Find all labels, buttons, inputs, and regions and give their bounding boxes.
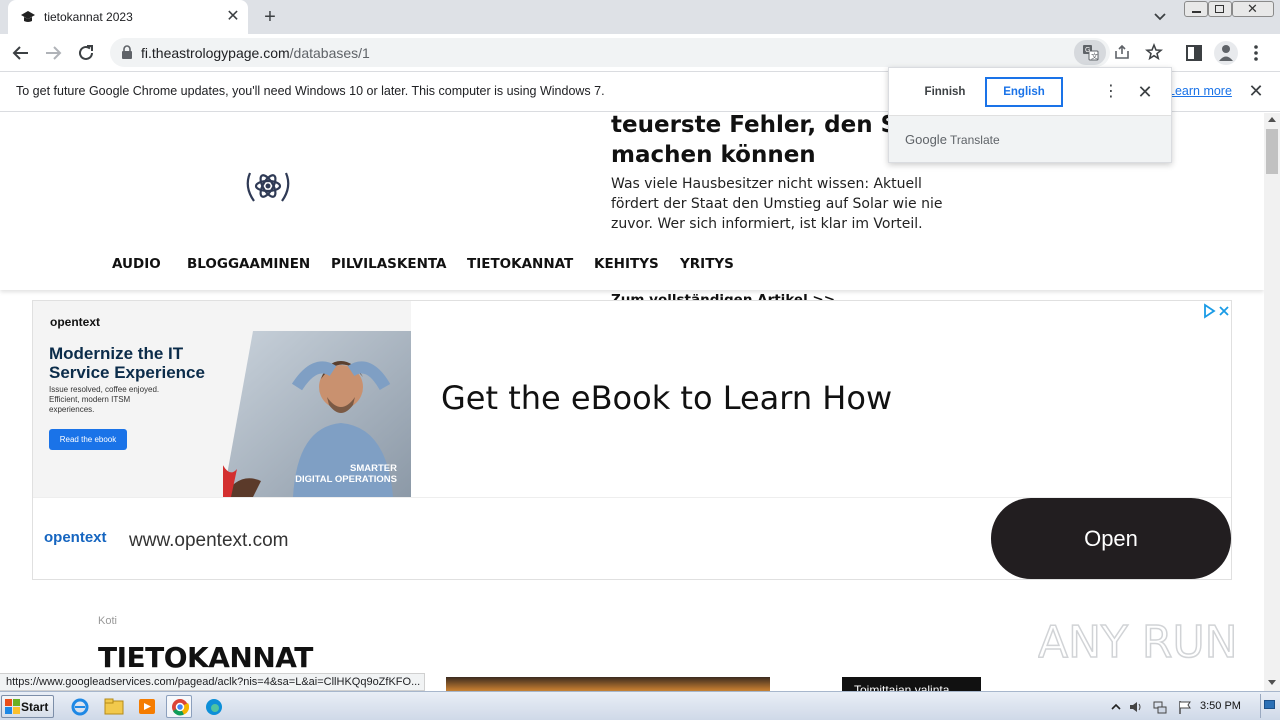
status-bar-link-preview: https://www.googleadservices.com/pagead/… bbox=[0, 673, 425, 691]
tab-search-chevron-icon[interactable] bbox=[1150, 6, 1170, 26]
translate-popup: Finnish English ⋮ ✕ Google Translate bbox=[888, 67, 1172, 163]
more-vert-icon[interactable] bbox=[1245, 42, 1267, 64]
graduation-cap-icon bbox=[21, 11, 35, 22]
action-center-flag-icon[interactable] bbox=[1177, 699, 1193, 715]
ad-image[interactable]: opentext Modernize the IT Service Experi… bbox=[33, 301, 411, 497]
ad-image-subtext: Issue resolved, coffee enjoyed. Efficien… bbox=[49, 385, 160, 414]
breadcrumb[interactable]: Koti bbox=[98, 615, 117, 627]
tray-expand-icon[interactable] bbox=[1108, 699, 1124, 715]
ad-headline[interactable]: Get the eBook to Learn How bbox=[441, 379, 892, 417]
read-ebook-button[interactable]: Read the ebook bbox=[49, 429, 127, 450]
share-icon[interactable] bbox=[1113, 43, 1131, 61]
page-scrollbar[interactable] bbox=[1264, 113, 1280, 691]
close-window-button[interactable]: ✕ bbox=[1232, 1, 1274, 17]
promo-headline-line1[interactable]: teuerste Fehler, den Sie bbox=[611, 113, 921, 138]
translate-more-options-icon[interactable]: ⋮ bbox=[1103, 80, 1119, 104]
restore-window-button[interactable] bbox=[1208, 1, 1232, 17]
edge-icon[interactable] bbox=[202, 695, 228, 718]
windows-taskbar: Start 3:50 PM bbox=[0, 691, 1280, 720]
file-explorer-icon[interactable] bbox=[101, 695, 127, 718]
scroll-up-arrow-icon[interactable] bbox=[1268, 117, 1276, 122]
tab-strip: tietokannat 2023 ✕ + ✕ bbox=[0, 0, 1280, 34]
scrollbar-thumb[interactable] bbox=[1266, 129, 1278, 174]
new-tab-button[interactable]: + bbox=[258, 6, 282, 28]
ad-footer: opentext www.opentext.com Open bbox=[33, 497, 1231, 579]
translate-page-button[interactable]: G 文 bbox=[1074, 40, 1106, 65]
internet-explorer-icon[interactable] bbox=[68, 695, 94, 718]
ad-open-button[interactable]: Open bbox=[991, 498, 1231, 579]
promo-body: Was viele Hausbesitzer nicht wissen: Akt… bbox=[611, 176, 943, 232]
atom-laurel-logo-icon[interactable] bbox=[242, 163, 294, 209]
reload-icon[interactable] bbox=[75, 42, 97, 64]
side-panel-icon[interactable] bbox=[1183, 42, 1205, 64]
translate-close-icon[interactable]: ✕ bbox=[1135, 80, 1155, 104]
google-translate-label: Google Translate bbox=[905, 132, 1000, 147]
start-label: Start bbox=[21, 700, 49, 714]
browser-tab-active[interactable]: tietokannat 2023 ✕ bbox=[8, 0, 248, 34]
page-viewport: teuerste Fehler, den Sie machen können W… bbox=[0, 113, 1264, 691]
nav-item-bloggaaminen[interactable]: BLOGGAAMINEN bbox=[187, 256, 310, 272]
person-icon bbox=[1219, 45, 1233, 61]
translate-footer: Google Translate bbox=[889, 115, 1171, 162]
tab-target-language[interactable]: English bbox=[985, 77, 1063, 107]
ad-site-url[interactable]: www.opentext.com bbox=[129, 530, 288, 552]
windows-logo-icon bbox=[5, 699, 20, 714]
ad-image-headline: Modernize the IT Service Experience bbox=[49, 344, 205, 382]
network-icon[interactable] bbox=[1152, 699, 1168, 715]
infobar-message: To get future Google Chrome updates, you… bbox=[16, 84, 605, 98]
svg-text:ANY RUN: ANY RUN bbox=[1038, 617, 1238, 668]
nav-item-yritys[interactable]: YRITYS bbox=[680, 256, 734, 272]
editor-pick-badge: Toimittajan valinta bbox=[842, 677, 981, 691]
learn-more-link[interactable]: Learn more bbox=[1168, 84, 1232, 98]
nav-item-tietokannat[interactable]: TIETOKANNAT bbox=[467, 256, 573, 272]
chrome-taskbar-button[interactable] bbox=[166, 695, 192, 718]
media-player-icon[interactable] bbox=[134, 695, 160, 718]
adchoices-icon[interactable] bbox=[1201, 303, 1231, 319]
ad-brand-logo[interactable]: opentext bbox=[44, 529, 107, 546]
lock-icon[interactable] bbox=[120, 45, 134, 60]
svg-text:G: G bbox=[1085, 47, 1090, 54]
tab-close-icon[interactable]: ✕ bbox=[224, 8, 242, 26]
back-arrow-icon[interactable] bbox=[10, 42, 32, 64]
translate-icon: G 文 bbox=[1083, 45, 1099, 61]
start-button[interactable]: Start bbox=[1, 695, 54, 718]
taskbar-clock[interactable]: 3:50 PM bbox=[1200, 700, 1241, 712]
forward-arrow-icon[interactable] bbox=[42, 42, 64, 64]
show-desktop-button[interactable] bbox=[1260, 694, 1276, 718]
svg-text:文: 文 bbox=[1091, 52, 1098, 61]
bookmark-star-icon[interactable] bbox=[1145, 43, 1163, 61]
promo-headline-line2[interactable]: machen können bbox=[611, 142, 816, 168]
anyrun-watermark-logo: ANY RUN bbox=[1038, 616, 1238, 669]
nav-item-pilvilaskenta[interactable]: PILVILASKENTA bbox=[331, 256, 447, 272]
ad-image-tagline: SMARTER DIGITAL OPERATIONS bbox=[295, 463, 397, 485]
chrome-icon bbox=[172, 699, 189, 716]
scroll-down-arrow-icon[interactable] bbox=[1268, 680, 1276, 685]
address-bar[interactable]: fi.theastrologypage.com/databases/1 G 文 bbox=[110, 38, 1163, 67]
url-text: fi.theastrologypage.com/databases/1 bbox=[141, 45, 370, 61]
ad-image-brand: opentext bbox=[50, 315, 101, 329]
tab-source-language[interactable]: Finnish bbox=[907, 79, 983, 105]
nav-item-kehitys[interactable]: KEHITYS bbox=[594, 256, 659, 272]
minimize-window-button[interactable] bbox=[1184, 1, 1208, 17]
infobar-close-icon[interactable]: ✕ bbox=[1246, 81, 1266, 101]
nav-item-audio[interactable]: AUDIO bbox=[112, 256, 161, 272]
profile-avatar[interactable] bbox=[1214, 41, 1238, 65]
tab-title: tietokannat 2023 bbox=[44, 10, 133, 24]
article-thumbnail[interactable] bbox=[446, 677, 770, 691]
display-ad[interactable]: opentext Modernize the IT Service Experi… bbox=[32, 300, 1232, 580]
volume-icon[interactable] bbox=[1128, 699, 1144, 715]
page-title: TIETOKANNAT bbox=[98, 641, 313, 674]
